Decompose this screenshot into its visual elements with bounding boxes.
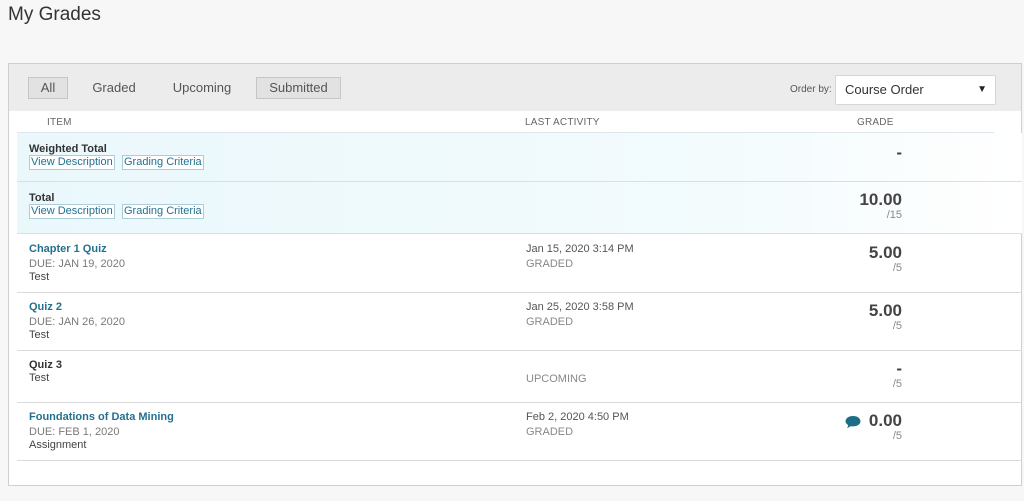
summary-row-weighted-total: Weighted Total View Description Grading … xyxy=(17,133,1022,182)
item-due-date: DUE: FEB 1, 2020 xyxy=(29,426,120,438)
grades-panel: All Graded Upcoming Submitted Order by: … xyxy=(8,63,1022,486)
item-type: Assignment xyxy=(29,439,87,451)
summary-row-total: Total View Description Grading Criteria … xyxy=(17,182,1022,234)
order-by-value: Course Order xyxy=(845,82,924,97)
activity-status: UPCOMING xyxy=(526,373,587,385)
column-header-last-activity: LAST ACTIVITY xyxy=(525,117,600,128)
item-due-date: DUE: JAN 26, 2020 xyxy=(29,316,125,328)
filter-submitted-button[interactable]: Submitted xyxy=(256,77,341,99)
filter-toolbar: All Graded Upcoming Submitted Order by: … xyxy=(9,64,1021,111)
item-title-link[interactable]: Foundations of Data Mining xyxy=(29,411,174,423)
filter-graded-button[interactable]: Graded xyxy=(82,77,146,99)
grade-value: 5.00 xyxy=(868,301,902,320)
grade-value: 5.00 xyxy=(868,243,902,262)
comment-icon[interactable] xyxy=(845,415,861,429)
last-activity-date: Jan 25, 2020 3:58 PM xyxy=(526,301,634,313)
item-title-link[interactable]: Chapter 1 Quiz xyxy=(29,243,107,255)
view-description-button[interactable]: View Description xyxy=(29,155,115,170)
last-activity-date: Feb 2, 2020 4:50 PM xyxy=(526,411,629,423)
activity-status: GRADED xyxy=(526,258,574,270)
grade-value: - xyxy=(896,143,902,162)
grade-value: - xyxy=(896,359,902,378)
grade-out-of: /5 xyxy=(892,430,902,442)
activity-status: GRADED xyxy=(526,426,574,438)
activity-status: GRADED xyxy=(526,316,574,328)
summary-title: Weighted Total xyxy=(29,143,107,155)
item-due-date: DUE: JAN 19, 2020 xyxy=(29,258,125,270)
item-type: Test xyxy=(29,329,50,341)
grade-row-quiz-2: Quiz 2 DUE: JAN 26, 2020 Test Jan 25, 20… xyxy=(17,293,1022,351)
grade-out-of: /5 xyxy=(892,378,902,390)
item-title-link[interactable]: Quiz 2 xyxy=(29,301,62,313)
grading-criteria-button[interactable]: Grading Criteria xyxy=(122,204,204,219)
grade-out-of: /5 xyxy=(892,262,902,274)
grade-row-chapter-1-quiz: Chapter 1 Quiz DUE: JAN 19, 2020 Test Ja… xyxy=(17,235,1022,293)
grading-criteria-button[interactable]: Grading Criteria xyxy=(122,155,204,170)
item-title: Quiz 3 xyxy=(29,359,63,371)
chevron-down-icon: ▼ xyxy=(977,84,987,95)
column-header-grade: GRADE xyxy=(857,117,894,128)
grade-out-of: /15 xyxy=(886,209,902,221)
grade-row-quiz-3: Quiz 3 Test UPCOMING - /5 xyxy=(17,351,1022,403)
item-type: Test xyxy=(29,271,50,283)
summary-title: Total xyxy=(29,192,55,204)
column-header-item: ITEM xyxy=(47,117,72,128)
filter-upcoming-button[interactable]: Upcoming xyxy=(162,77,242,99)
view-description-button[interactable]: View Description xyxy=(29,204,115,219)
item-type: Test xyxy=(29,372,50,384)
order-by-select[interactable]: Course Order ▼ xyxy=(835,75,996,105)
grade-value: 10.00 xyxy=(859,190,902,209)
grade-row-foundations-of-data-mining: Foundations of Data Mining DUE: FEB 1, 2… xyxy=(17,403,1022,461)
grade-value: 0.00 xyxy=(868,411,902,430)
last-activity-date: Jan 15, 2020 3:14 PM xyxy=(526,243,634,255)
order-by-label: Order by: xyxy=(790,84,832,95)
filter-all-button[interactable]: All xyxy=(28,77,68,99)
page-title: My Grades xyxy=(8,4,101,25)
grade-out-of: /5 xyxy=(892,320,902,332)
